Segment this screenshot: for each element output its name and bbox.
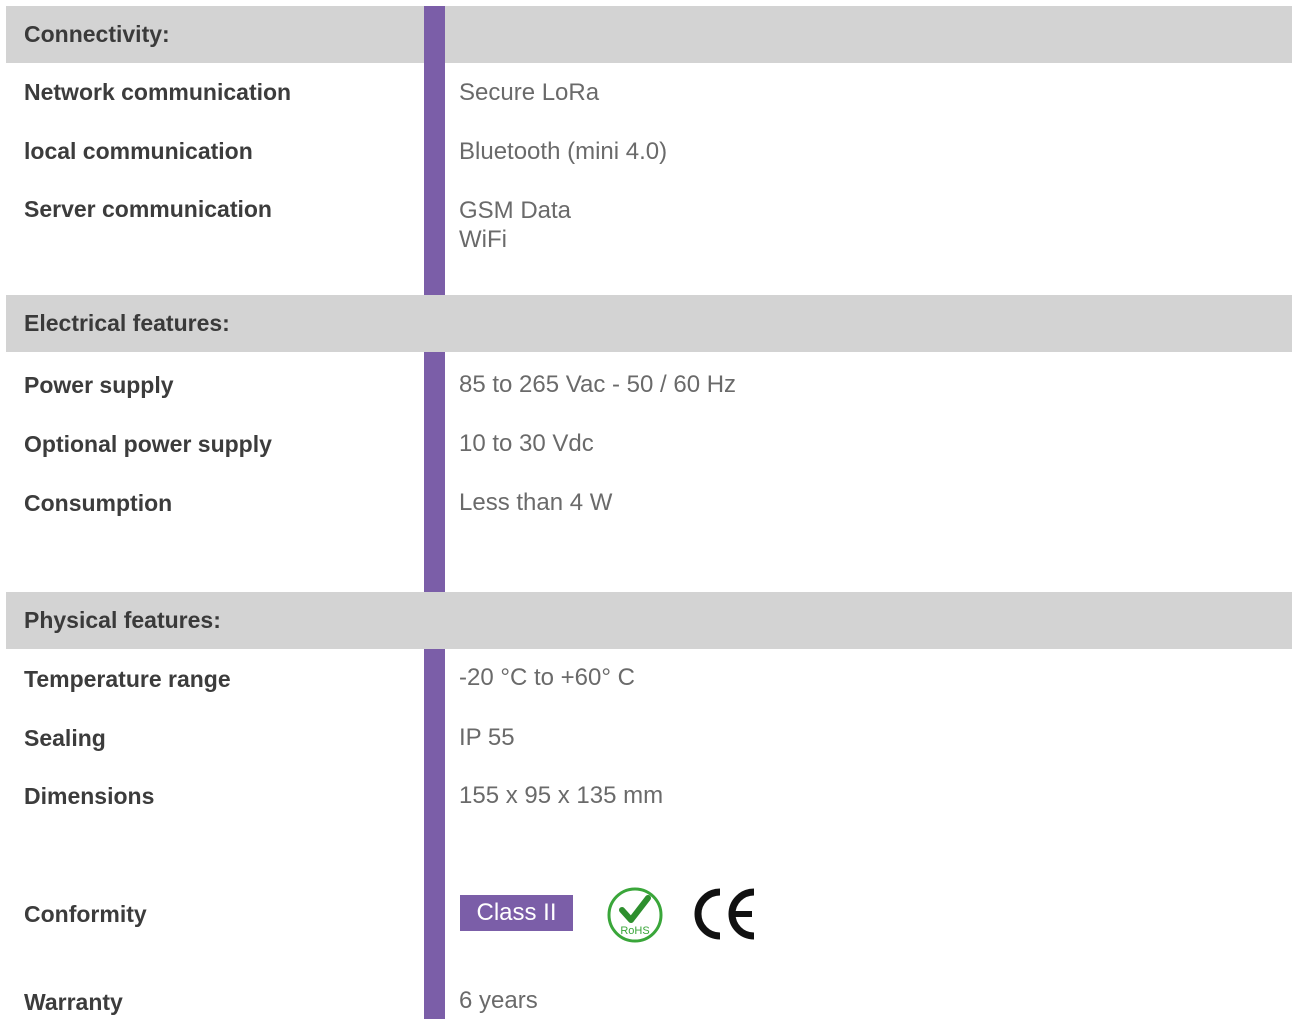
row-label: Consumption [24, 490, 173, 516]
row-value-secondary: WiFi [459, 226, 507, 253]
section-title: Electrical features: [24, 310, 230, 336]
row-value: IP 55 [459, 724, 515, 751]
row-label: local communication [24, 138, 253, 164]
rohs-checkmark-icon: RoHS [607, 887, 663, 943]
row-label: Power supply [24, 372, 174, 398]
section-title: Connectivity: [24, 21, 170, 47]
row-value: 10 to 30 Vdc [459, 430, 594, 457]
row-value: Bluetooth (mini 4.0) [459, 138, 668, 165]
accent-bar [424, 352, 445, 592]
row-label: Sealing [24, 725, 106, 751]
ce-mark-icon [694, 888, 755, 940]
accent-bar [424, 6, 445, 295]
rohs-label: RoHS [620, 925, 649, 937]
section-header-connectivity: Connectivity: [6, 6, 1292, 63]
row-label: Network communication [24, 79, 292, 105]
row-value: -20 °C to +60° C [459, 664, 635, 691]
row-value: 155 x 95 x 135 mm [459, 782, 664, 809]
row-value: GSM Data [459, 197, 572, 224]
section-header-physical: Physical features: [6, 592, 1292, 649]
row-label: Temperature range [24, 666, 231, 692]
accent-bar [424, 649, 445, 1019]
row-value: Less than 4 W [459, 489, 613, 516]
section-title: Physical features: [24, 607, 221, 633]
row-label: Warranty [24, 989, 123, 1015]
row-value: 6 years [459, 987, 538, 1014]
row-label: Dimensions [24, 783, 155, 809]
row-value: Secure LoRa [459, 79, 600, 106]
row-label: Server communication [24, 196, 272, 222]
row-label: Optional power supply [24, 431, 272, 457]
class-ii-badge: Class II [460, 895, 573, 931]
row-label: Conformity [24, 901, 147, 927]
row-value: 85 to 265 Vac - 50 / 60 Hz [459, 371, 737, 398]
section-header-electrical: Electrical features: [6, 295, 1292, 352]
